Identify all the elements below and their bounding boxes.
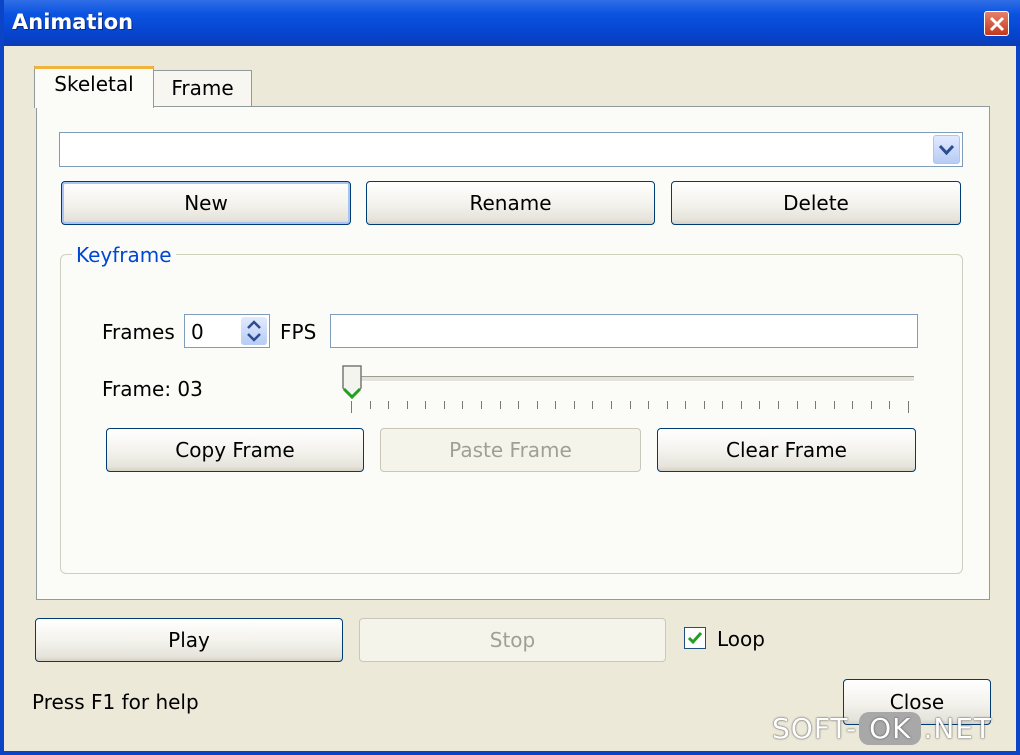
paste-frame-label: Paste Frame [449, 438, 572, 462]
tab-skeletal-label: Skeletal [54, 72, 134, 96]
frames-label: Frames [102, 320, 175, 344]
fps-input[interactable] [330, 314, 918, 348]
slider-tick [555, 401, 557, 409]
paste-frame-button[interactable]: Paste Frame [380, 428, 641, 472]
slider-tick [796, 401, 798, 409]
chevron-down-icon[interactable] [933, 135, 960, 164]
close-icon[interactable] [984, 11, 1009, 36]
slider-tick [722, 401, 724, 409]
slider-tick [610, 401, 612, 409]
tab-frame-label: Frame [171, 76, 234, 100]
copy-frame-label: Copy Frame [175, 438, 295, 462]
frames-stepper[interactable]: 0 [184, 314, 270, 348]
slider-tick [629, 401, 631, 409]
watermark: SOFT- OK .NET [772, 712, 992, 745]
title-bar[interactable]: Animation [4, 0, 1020, 46]
slider-tick [666, 401, 668, 409]
slider-tick [740, 401, 742, 409]
slider-thumb-icon[interactable] [341, 364, 363, 405]
spin-arrows-icon[interactable] [241, 317, 267, 345]
slider-tick [778, 401, 780, 409]
slider-tick [388, 401, 390, 409]
slider-tick [852, 401, 854, 409]
new-button[interactable]: New [61, 181, 351, 225]
slider-tick [908, 401, 909, 413]
slider-tick [536, 401, 538, 409]
delete-button[interactable]: Delete [671, 181, 961, 225]
copy-frame-button[interactable]: Copy Frame [106, 428, 364, 472]
fps-label: FPS [280, 320, 317, 344]
slider-tick [703, 401, 705, 409]
rename-button[interactable]: Rename [366, 181, 655, 225]
watermark-right: .NET [923, 712, 993, 745]
keyframe-groupbox [60, 254, 963, 574]
rename-button-label: Rename [469, 191, 552, 215]
animation-dialog: Animation Skeletal Frame New Rename Dele… [0, 0, 1020, 755]
delete-button-label: Delete [783, 191, 849, 215]
slider-tick [889, 401, 891, 409]
animation-select[interactable] [59, 132, 963, 167]
slider-tick [685, 401, 687, 409]
slider-tick [443, 401, 445, 409]
loop-label: Loop [717, 627, 765, 651]
play-button-label: Play [168, 628, 210, 652]
clear-frame-label: Clear Frame [726, 438, 847, 462]
loop-checkbox[interactable] [684, 627, 706, 649]
keyframe-group-label: Keyframe [72, 243, 176, 267]
play-button[interactable]: Play [35, 618, 343, 662]
slider-tick [592, 401, 594, 409]
slider-tick [648, 401, 650, 409]
slider-tick [425, 401, 427, 409]
slider-tick [518, 401, 520, 409]
current-frame-label: Frame: 03 [102, 377, 203, 401]
clear-frame-button[interactable]: Clear Frame [657, 428, 916, 472]
slider-tick [369, 401, 371, 409]
slider-tick [480, 401, 482, 409]
watermark-left: SOFT- [772, 712, 858, 745]
tab-skeletal[interactable]: Skeletal [34, 66, 154, 108]
checkmark-icon [687, 632, 703, 645]
close-button-label: Close [889, 690, 945, 714]
new-button-label: New [184, 191, 228, 215]
slider-tick [870, 401, 872, 409]
frame-slider[interactable] [344, 376, 914, 382]
tab-frame[interactable]: Frame [153, 70, 252, 108]
slider-tick [499, 401, 501, 409]
frames-value: 0 [191, 320, 204, 344]
watermark-ok: OK [859, 712, 922, 745]
slider-tick [462, 401, 464, 409]
slider-tick [573, 401, 575, 409]
slider-tick [815, 401, 817, 409]
slider-tick [406, 401, 408, 409]
stop-button-label: Stop [489, 628, 536, 652]
stop-button[interactable]: Stop [359, 618, 666, 662]
slider-tick [833, 401, 835, 409]
help-text: Press F1 for help [32, 690, 199, 714]
slider-tick [759, 401, 761, 409]
window-title: Animation [12, 10, 134, 34]
